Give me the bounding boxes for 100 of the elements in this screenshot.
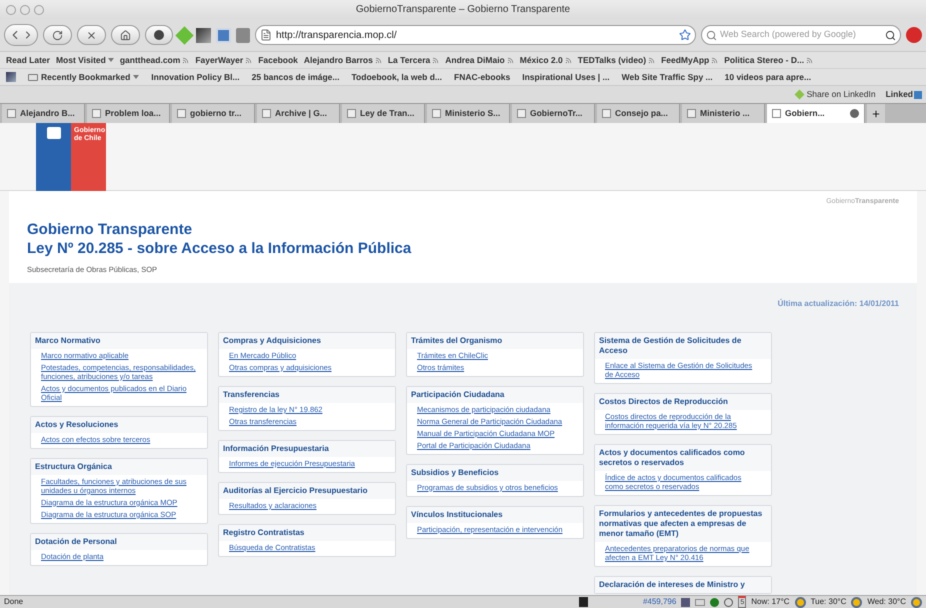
section-title: Transferencias (219, 386, 395, 403)
tab-favicon (7, 109, 16, 118)
square-icon (914, 90, 922, 98)
status-text: Done (4, 596, 24, 608)
bookmark-item[interactable]: FeedMyApp (661, 54, 718, 66)
bookmark-item[interactable]: FayerWayer (195, 54, 252, 66)
bookmark-item[interactable]: Alejandro Barros (304, 54, 382, 66)
bookmark-item[interactable]: La Tercera (388, 54, 440, 66)
page-subtitle: Ley Nº 20.285 - sobre Acceso a la Información Pública (27, 238, 412, 258)
feed-icon (506, 56, 514, 64)
tab-favicon (687, 109, 696, 118)
close-tab-icon[interactable] (850, 109, 859, 118)
bookmark-item[interactable]: TEDTalks (video) (578, 54, 656, 66)
home-button[interactable] (111, 25, 140, 45)
reload-icon (52, 30, 63, 40)
weather-text: Now: 17°C (751, 596, 790, 608)
bookmark-item[interactable]: 10 videos para apre... (724, 70, 812, 84)
weather-text: Tue: 30°C (810, 596, 846, 608)
section-title: Costos Directos de Reproducción (595, 394, 771, 410)
browser-tab[interactable]: Alejandro B... (2, 104, 85, 123)
page-icon (260, 29, 272, 41)
section-title: Participación Ciudadana (407, 386, 583, 403)
sun-icon[interactable] (851, 596, 862, 608)
counter-text[interactable]: #459,796 (642, 596, 676, 608)
browser-tab[interactable]: Gobiern... (767, 104, 865, 123)
addon-icon[interactable] (578, 597, 588, 607)
bookmark-item[interactable]: Recently Bookmarked (28, 70, 140, 84)
browser-tab[interactable]: Consejo pa... (597, 104, 680, 123)
sun-icon[interactable] (794, 596, 806, 608)
browser-tab[interactable]: Problem loa... (87, 104, 170, 123)
browser-tab[interactable]: GobiernoTr... (512, 104, 595, 123)
window-title: GobiernoTransparente – Gobierno Transparente (356, 3, 570, 17)
stop-button[interactable] (77, 25, 106, 45)
address-field[interactable]: http://transparencia.mop.cl/ (255, 25, 696, 45)
new-tab-button[interactable] (867, 104, 885, 123)
bookmark-item[interactable]: Politica Stereo - D... (724, 54, 814, 66)
bookmark-item[interactable]: Most Visited (56, 54, 114, 66)
section-title: Vínculos Institucionales (407, 506, 583, 523)
feed-icon (806, 56, 814, 64)
section-title: Estructura Orgánica (31, 458, 207, 475)
search-icon (706, 30, 717, 40)
clock-icon[interactable] (724, 598, 734, 606)
browser-tab[interactable]: Ministerio S... (427, 104, 510, 123)
bookmark-item[interactable]: 25 bancos de imáge... (252, 70, 340, 84)
section-title: Marco Normativo (31, 332, 207, 349)
browser-tab[interactable]: gobierno tr... (172, 104, 255, 123)
feed-icon (711, 56, 718, 64)
section-title: Sistema de Gestión de Solicitudes de Acceso (595, 332, 771, 359)
reload-button[interactable] (43, 25, 72, 45)
bookmark-item[interactable]: Andrea DiMaio (445, 54, 514, 66)
section-title: Subsidios y Beneficios (407, 464, 583, 481)
back-forward-button[interactable] (4, 24, 38, 46)
plus-icon (871, 108, 881, 118)
weather-text: Wed: 30°C (867, 596, 906, 608)
browser-tab[interactable]: Archive | G... (257, 104, 340, 123)
close-icon (86, 30, 97, 40)
feed-icon (182, 56, 190, 64)
section-title: Actos y documentos calificados como secretos o reservados (595, 444, 771, 471)
bookmark-item[interactable]: Inspirational Uses | ... (522, 70, 610, 84)
tab-favicon (432, 109, 441, 118)
tab-favicon (517, 109, 526, 118)
bookmarks-grid-icon[interactable] (6, 72, 16, 82)
tab-favicon (347, 109, 356, 118)
sun-icon[interactable] (911, 596, 922, 608)
tab-favicon (602, 109, 611, 118)
bookmark-item[interactable]: México 2.0 (520, 54, 572, 66)
section-title: Dotación de Personal (31, 534, 207, 550)
bookmark-item[interactable]: Facebook (258, 54, 298, 66)
section-title: Información Presupuestaria (219, 440, 395, 457)
mail-icon[interactable] (695, 598, 706, 606)
section-title: Declaración de intereses de Ministro y (595, 576, 771, 593)
feed-icon (564, 56, 572, 64)
tab-favicon (177, 109, 186, 118)
bookmark-item[interactable]: Innovation Policy Bl... (151, 70, 240, 84)
bookmark-star-icon[interactable] (679, 29, 691, 41)
feed-icon (245, 56, 252, 64)
caret-icon (133, 75, 140, 79)
feed-icon (374, 56, 382, 64)
bookmark-item[interactable]: Todoebook, la web d... (352, 70, 442, 84)
page-title: Gobierno Transparente (27, 220, 194, 238)
panel-icon[interactable] (216, 28, 231, 42)
folder-icon (28, 74, 38, 80)
bookmark-item[interactable]: Web Site Traffic Spy ... (622, 70, 713, 84)
section-title: Formularios y antecedentes de propuestas normativas que afecten a empresas de menor tamaño (EMT) (595, 506, 771, 542)
tab-favicon (262, 109, 271, 118)
search-icon[interactable] (885, 30, 896, 40)
browser-tab[interactable]: Ministerio ... (682, 104, 765, 123)
bookmark-item[interactable]: gantthead.com (120, 54, 190, 66)
bookmark-item[interactable]: FNAC-ebooks (454, 70, 510, 84)
section-title: Compras y Adquisiciones (219, 332, 395, 349)
home-icon (120, 30, 131, 40)
section-title: Actos y Resoluciones (31, 416, 207, 433)
bookmark-item[interactable]: Read Later (6, 54, 50, 66)
linkedin-button[interactable]: Linked (886, 88, 922, 101)
browser-tab[interactable]: Ley de Tran... (342, 104, 425, 123)
last-updated: Última actualización: 14/01/2011 (778, 298, 900, 310)
tab-favicon (772, 109, 781, 118)
feed-icon (648, 56, 656, 64)
share-button[interactable]: Share on LinkedIn (796, 88, 876, 101)
section-title: Trámites del Organismo (407, 332, 583, 349)
